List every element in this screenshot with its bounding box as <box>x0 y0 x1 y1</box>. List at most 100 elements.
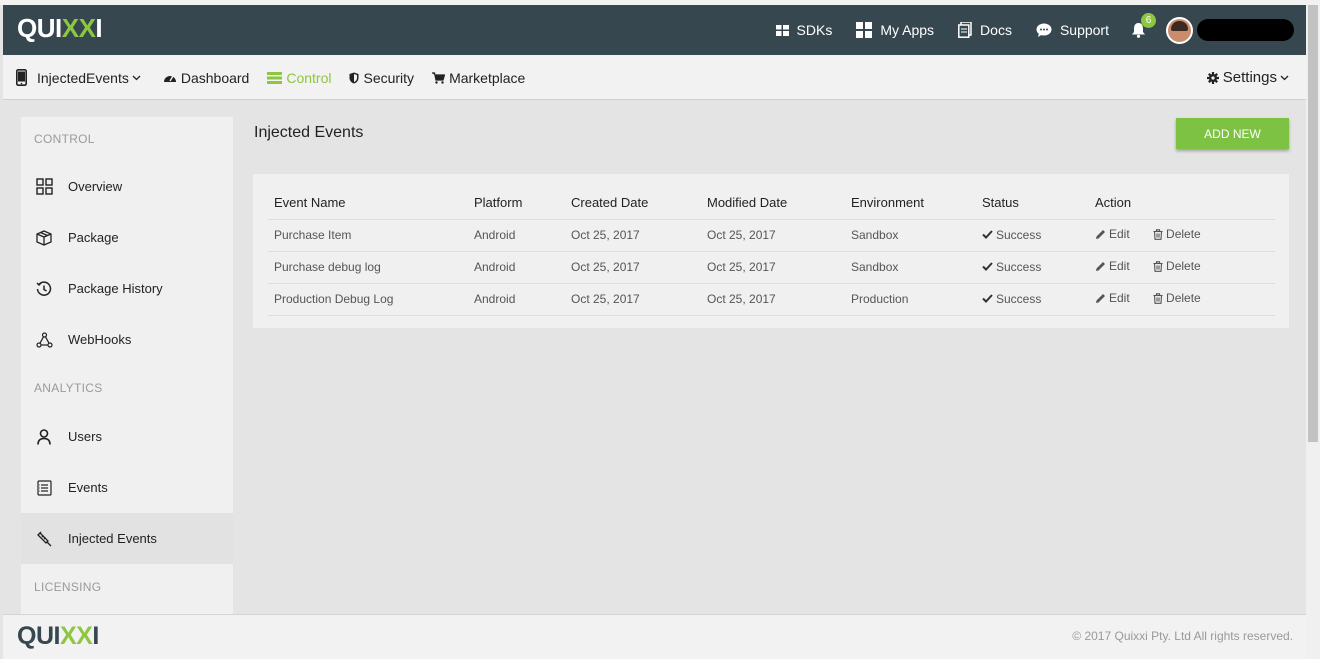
column-header-event-name: Event Name <box>268 187 468 220</box>
check-icon <box>982 294 993 304</box>
app-selector[interactable]: InjectedEvents <box>16 69 145 86</box>
table-row: Production Debug Log Android Oct 25, 201… <box>268 283 1275 316</box>
cell-environment: Production <box>845 283 976 316</box>
syringe-icon <box>34 529 54 549</box>
nav-control[interactable]: Control <box>267 70 331 86</box>
status-text: Success <box>996 227 1042 242</box>
table-row: Purchase debug log Android Oct 25, 2017 … <box>268 251 1275 284</box>
nav-dashboard[interactable]: Dashboard <box>163 70 249 86</box>
nav-sdks[interactable]: SDKs <box>775 22 833 38</box>
status-badge: Success <box>982 260 1041 274</box>
delete-label: Delete <box>1166 227 1201 242</box>
trash-icon <box>1153 229 1163 240</box>
trash-icon <box>1153 293 1163 304</box>
cell-modified-date: Oct 25, 2017 <box>701 283 845 316</box>
cell-created-date: Oct 25, 2017 <box>565 283 701 316</box>
webhooks-icon <box>34 330 54 350</box>
cell-event-name: Purchase debug log <box>268 251 468 284</box>
column-header-environment: Environment <box>845 187 976 220</box>
notification-count-badge: 6 <box>1141 13 1156 28</box>
overview-icon <box>34 177 54 197</box>
edit-label: Edit <box>1109 291 1130 306</box>
nav-myapps-label: My Apps <box>880 22 935 38</box>
nav-marketplace[interactable]: Marketplace <box>432 70 525 86</box>
package-icon <box>34 228 54 248</box>
sidebar-item-injected-events[interactable]: Injected Events <box>21 513 233 564</box>
phone-icon <box>16 69 27 86</box>
control-icon <box>267 71 283 84</box>
nav-security[interactable]: Security <box>349 70 414 86</box>
user-name-redacted[interactable] <box>1197 19 1294 41</box>
cell-modified-date: Oct 25, 2017 <box>701 251 845 284</box>
cell-created-date: Oct 25, 2017 <box>565 251 701 284</box>
delete-button[interactable]: Delete <box>1153 227 1201 241</box>
sidebar-item-label: Overview <box>68 179 123 194</box>
column-header-platform: Platform <box>468 187 565 220</box>
nav-support[interactable]: Support <box>1036 22 1109 38</box>
sidebar-item-label: Package History <box>68 281 163 296</box>
gear-icon <box>1206 71 1219 84</box>
cell-action: Edit Delete <box>1089 219 1275 252</box>
nav-docs-label: Docs <box>980 22 1012 38</box>
sidebar-item-label: Events <box>68 480 108 495</box>
top-nav: SDKs My Apps Docs Support 6 <box>752 5 1294 55</box>
shield-icon <box>349 72 359 83</box>
top-bar: QUIXXI SDKs My Apps Docs Support 6 <box>3 5 1306 55</box>
cell-event-name: Purchase Item <box>268 219 468 252</box>
column-header-action: Action <box>1089 187 1275 220</box>
app-selector-label: InjectedEvents <box>37 69 129 86</box>
add-new-button[interactable]: ADD NEW <box>1176 118 1289 149</box>
nav-security-label: Security <box>363 69 415 86</box>
avatar[interactable] <box>1166 16 1193 44</box>
cell-platform: Android <box>468 283 565 316</box>
cell-platform: Android <box>468 251 565 284</box>
edit-label: Edit <box>1109 259 1130 274</box>
column-header-created-date: Created Date <box>565 187 701 220</box>
nav-myapps[interactable]: My Apps <box>856 22 934 38</box>
pencil-icon <box>1096 293 1105 303</box>
events-table-card: Event Name Platform Created Date Modifie… <box>253 174 1289 328</box>
cell-environment: Sandbox <box>845 251 976 284</box>
chat-icon <box>1036 23 1052 37</box>
delete-label: Delete <box>1166 259 1201 274</box>
settings-menu[interactable]: Settings <box>1206 55 1293 100</box>
sidebar-item-overview[interactable]: Overview <box>21 161 233 212</box>
scrollbar-thumb[interactable] <box>1308 5 1318 442</box>
cell-created-date: Oct 25, 2017 <box>565 219 701 252</box>
cell-environment: Sandbox <box>845 219 976 252</box>
sidebar-item-events[interactable]: Events <box>21 462 233 513</box>
cell-event-name: Production Debug Log <box>268 283 468 316</box>
status-badge: Success <box>982 228 1041 242</box>
cell-action: Edit Delete <box>1089 251 1275 284</box>
notifications-button[interactable]: 6 <box>1131 13 1156 38</box>
nav-support-label: Support <box>1059 22 1109 38</box>
sidebar-item-webhooks[interactable]: WebHooks <box>21 314 233 365</box>
trash-icon <box>1153 261 1163 272</box>
status-text: Success <box>996 259 1042 274</box>
chevron-down-icon <box>1280 75 1289 80</box>
user-icon <box>34 427 54 447</box>
status-text: Success <box>996 291 1042 306</box>
cell-status: Success <box>976 219 1089 252</box>
delete-button[interactable]: Delete <box>1153 259 1201 273</box>
docs-icon <box>958 22 972 38</box>
edit-button[interactable]: Edit <box>1095 227 1130 241</box>
cell-platform: Android <box>468 219 565 252</box>
cell-action: Edit Delete <box>1089 283 1275 316</box>
nav-sdks-label: SDKs <box>796 22 833 38</box>
nav-control-label: Control <box>286 69 332 86</box>
table-row: Purchase Item Android Oct 25, 2017 Oct 2… <box>268 219 1275 252</box>
brand-logo[interactable]: QUIXXI <box>17 13 103 44</box>
column-header-modified-date: Modified Date <box>701 187 845 220</box>
sidebar-item-package[interactable]: Package <box>21 212 233 263</box>
sidebar-item-package-history[interactable]: Package History <box>21 263 233 314</box>
nav-docs[interactable]: Docs <box>958 22 1012 38</box>
edit-button[interactable]: Edit <box>1095 259 1130 273</box>
sidebar-item-label: Injected Events <box>68 531 157 546</box>
grid-icon <box>775 24 789 36</box>
edit-button[interactable]: Edit <box>1095 291 1130 305</box>
delete-button[interactable]: Delete <box>1153 291 1201 305</box>
sidebar-item-users[interactable]: Users <box>21 411 233 462</box>
sidebar: CONTROL Overview Package Package History… <box>21 117 233 614</box>
dashboard-icon <box>163 75 176 82</box>
